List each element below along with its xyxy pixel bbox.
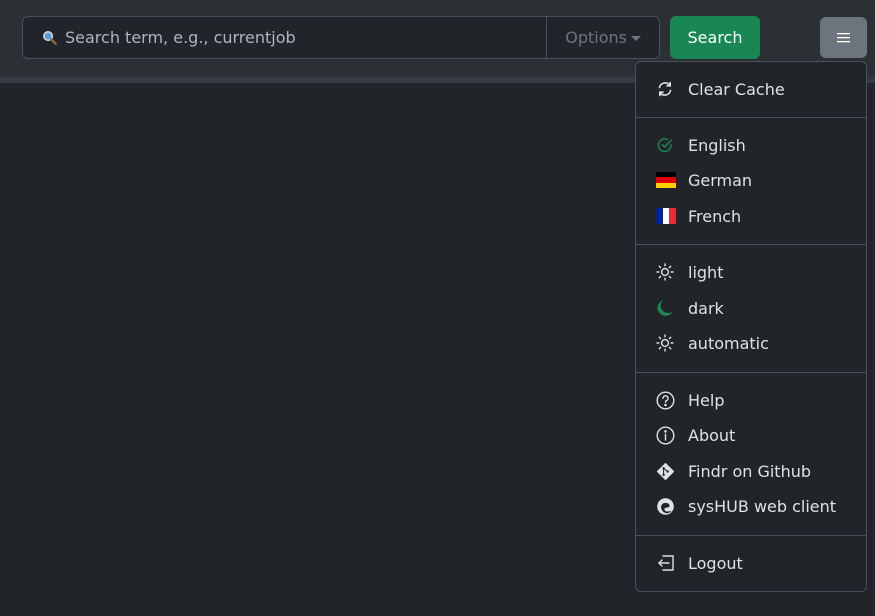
menu-item-label: Findr on Github	[688, 461, 812, 481]
settings-dropdown-menu: Clear Cache English German French light …	[635, 61, 867, 592]
menu-item-french[interactable]: French	[636, 201, 866, 231]
menu-item-help[interactable]: Help	[636, 385, 866, 415]
menu-divider	[636, 117, 866, 118]
moon-icon	[655, 298, 675, 318]
menu-item-label: About	[688, 425, 736, 445]
menu-divider	[636, 535, 866, 536]
menu-item-clear-cache[interactable]: Clear Cache	[636, 74, 866, 104]
menu-item-label: Logout	[688, 553, 743, 573]
menu-item-label: English	[688, 135, 746, 155]
git-icon	[655, 461, 675, 481]
chevron-down-icon	[630, 36, 641, 41]
menu-item-label: dark	[688, 298, 724, 318]
question-circle-icon	[655, 390, 675, 410]
refresh-icon	[655, 79, 675, 99]
menu-item-german[interactable]: German	[636, 165, 866, 195]
sun-icon	[655, 333, 675, 353]
search-button[interactable]: Search	[670, 16, 760, 59]
menu-item-findr-on-github[interactable]: Findr on Github	[636, 456, 866, 486]
flag-de-icon	[656, 170, 676, 190]
menu-item-label: automatic	[688, 333, 769, 353]
search-icon	[41, 30, 57, 46]
menu-item-label: Help	[688, 390, 725, 410]
menu-item-english[interactable]: English	[636, 130, 866, 160]
info-circle-icon	[655, 425, 675, 445]
menu-toggle-button[interactable]	[820, 17, 867, 58]
search-group: Options	[22, 16, 660, 59]
logout-icon	[655, 553, 675, 573]
menu-item-syshub-web-client[interactable]: sysHUB web client	[636, 491, 866, 521]
edge-icon	[655, 496, 675, 516]
menu-item-label: Clear Cache	[688, 79, 785, 99]
menu-item-automatic-theme[interactable]: automatic	[636, 328, 866, 358]
menu-item-label: light	[688, 262, 724, 282]
flag-fr-icon	[656, 206, 677, 226]
menu-item-dark-theme[interactable]: dark	[636, 293, 866, 323]
menu-divider	[636, 244, 866, 245]
menu-divider	[636, 372, 866, 373]
search-field-wrapper	[22, 16, 547, 59]
menu-item-about[interactable]: About	[636, 420, 866, 450]
menu-item-light-theme[interactable]: light	[636, 257, 866, 287]
search-button-label: Search	[687, 28, 743, 47]
menu-item-label: sysHUB web client	[688, 496, 837, 516]
menu-item-label: French	[688, 206, 742, 226]
sun-icon	[655, 262, 675, 282]
search-input[interactable]	[65, 28, 505, 47]
menu-item-label: German	[688, 170, 753, 190]
check-circle-icon	[655, 135, 675, 155]
menu-item-logout[interactable]: Logout	[636, 548, 866, 578]
hamburger-icon	[837, 33, 850, 43]
options-label: Options	[565, 28, 627, 47]
options-dropdown-button[interactable]: Options	[546, 16, 660, 59]
